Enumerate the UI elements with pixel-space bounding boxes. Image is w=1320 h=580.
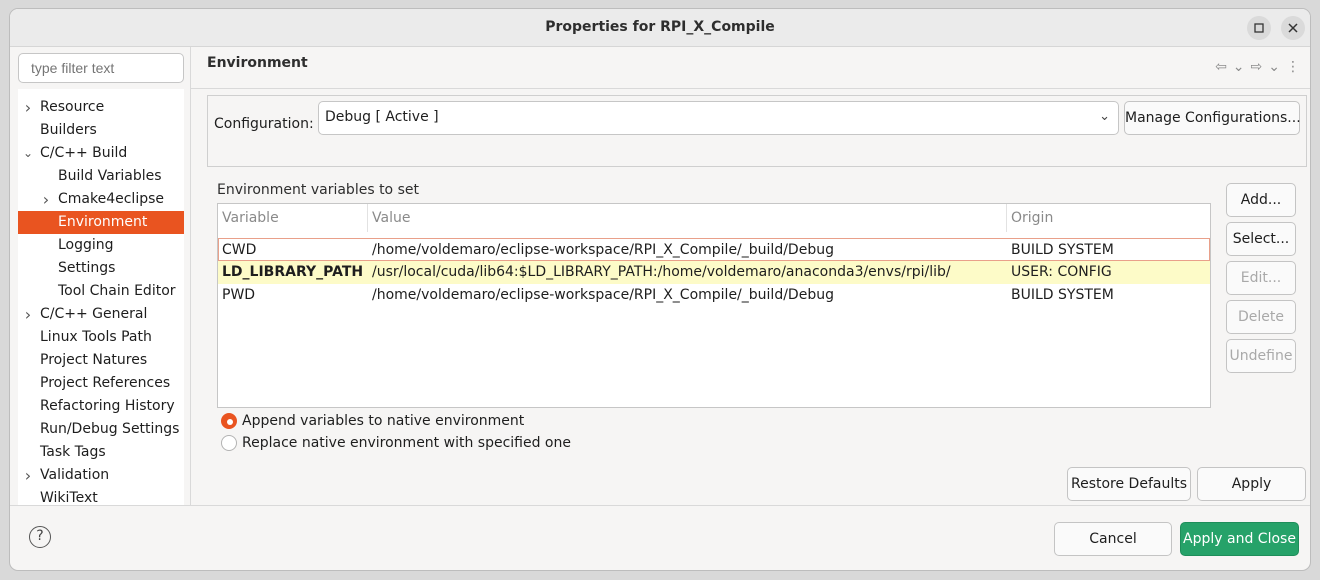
sash[interactable] [190,47,191,505]
properties-dialog: Properties for RPI_X_Compile › Resource Bu… [9,8,1311,571]
tree-item-label: WikiText [40,490,98,506]
tree-item[interactable]: WikiText [18,487,184,510]
footer-divider [10,505,1310,506]
title-bar: Properties for RPI_X_Compile [10,9,1310,47]
add-button[interactable]: Add... [1226,183,1296,217]
tree-item-label: Cmake4eclipse [58,191,165,207]
cancel-button[interactable]: Cancel [1054,522,1172,556]
tree-item[interactable]: Task Tags [18,441,184,464]
chevron-down-icon[interactable]: ⌄ [21,142,35,165]
tree-item[interactable]: Linux Tools Path [18,326,184,349]
window-title: Properties for RPI_X_Compile [545,19,775,35]
append-radio[interactable]: Append variables to native environment [221,413,524,429]
chevron-right-icon[interactable]: › [39,188,53,211]
row-value: /usr/local/cuda/lib64:$LD_LIBRARY_PATH:/… [372,264,951,280]
tree-item-label: Validation [40,467,110,483]
tree-item-label: Builders [40,122,97,138]
apply-and-close-button[interactable]: Apply and Close [1180,522,1299,556]
more-menu-icon[interactable]: ⋮ [1286,59,1300,75]
configuration-value: Debug [ Active ] [325,109,439,125]
tree-item-label: Tool Chain Editor [58,283,176,299]
tree-item-label: Build Variables [58,168,162,184]
page-header: Environment ⇦ ⌄ ⇨ ⌄ ⋮ [191,47,1310,89]
tree-item-label: Logging [58,237,114,253]
tree-item[interactable]: Project Natures [18,349,184,372]
chevron-right-icon[interactable]: › [21,464,35,487]
tree-item[interactable]: › Resource [18,96,184,119]
radio-unselected-icon [221,435,237,451]
page-title: Environment [207,55,308,71]
back-arrow-icon[interactable]: ⇦ [1215,59,1227,75]
chevron-down-icon: ⌄ [1099,109,1110,124]
maximize-button[interactable] [1247,16,1271,40]
table-row[interactable]: PWD /home/voldemaro/eclipse-workspace/RP… [218,284,1210,307]
tree-item-label: C/C++ General [40,306,148,322]
property-tree: › Resource Builders ⌄ C/C++ Build Build Varia… [18,89,184,506]
row-origin: BUILD SYSTEM [1011,242,1114,258]
tree-item[interactable]: › C/C++ General [18,303,184,326]
tree-item-label: C/C++ Build [40,145,128,161]
manage-configurations-button[interactable]: Manage Configurations... [1124,101,1301,135]
close-icon [1288,23,1298,33]
tree-item-label: Project Natures [40,352,148,368]
chevron-down-icon[interactable]: ⌄ [1268,59,1280,75]
undefine-button[interactable]: Undefine [1226,339,1296,373]
append-radio-label: Append variables to native environment [242,413,525,429]
tree-item-label: Run/Debug Settings [40,421,180,437]
tree-item-label: Settings [58,260,116,276]
chevron-right-icon[interactable]: › [21,96,35,119]
maximize-icon [1254,23,1264,33]
tree-item[interactable]: Tool Chain Editor [18,280,184,303]
column-header-value[interactable]: Value [372,210,410,226]
apply-button[interactable]: Apply [1197,467,1306,501]
environment-table: Variable Value Origin CWD /home/voldemar… [217,203,1211,408]
tree-item[interactable]: › Validation [18,464,184,487]
column-header-variable[interactable]: Variable [222,210,279,226]
tree-item[interactable]: Builders [18,119,184,142]
row-value: /home/voldemaro/eclipse-workspace/RPI_X_… [372,242,834,258]
tree-item-label: Refactoring History [40,398,175,414]
table-row[interactable]: LD_LIBRARY_PATH /usr/local/cuda/lib64:$L… [218,261,1210,284]
row-variable: PWD [222,287,256,303]
help-icon[interactable]: ? [29,526,51,548]
configuration-label: Configuration: [214,116,314,132]
env-section-label: Environment variables to set [217,182,419,198]
row-origin: USER: CONFIG [1011,264,1112,280]
filter-input[interactable] [18,53,184,83]
row-variable: LD_LIBRARY_PATH [222,264,364,280]
delete-button[interactable]: Delete [1226,300,1296,334]
tree-item[interactable]: Refactoring History [18,395,184,418]
row-variable: CWD [222,242,257,258]
restore-defaults-button[interactable]: Restore Defaults [1067,467,1191,501]
tree-item[interactable]: Project References [18,372,184,395]
replace-radio-label: Replace native environment with specifie… [242,435,571,451]
tree-item[interactable]: Build Variables [18,165,184,188]
forward-arrow-icon[interactable]: ⇨ [1251,59,1263,75]
tree-item[interactable]: ⌄ C/C++ Build [18,142,184,165]
tree-item-label: Environment [58,214,148,230]
column-header-origin[interactable]: Origin [1011,210,1053,226]
tree-item-label: Resource [40,99,105,115]
tree-item[interactable]: › Cmake4eclipse [18,188,184,211]
row-origin: BUILD SYSTEM [1011,287,1114,303]
configuration-group: Configuration: Debug [ Active ] ⌄ Manage… [207,95,1307,167]
tree-item[interactable]: Settings [18,257,184,280]
replace-radio[interactable]: Replace native environment with specifie… [221,435,571,451]
close-button[interactable] [1281,16,1305,40]
tree-item-label: Project References [40,375,171,391]
chevron-down-icon[interactable]: ⌄ [1233,59,1245,75]
tree-item[interactable]: Run/Debug Settings [18,418,184,441]
chevron-right-icon[interactable]: › [21,303,35,326]
configuration-select[interactable]: Debug [ Active ] ⌄ [318,101,1119,135]
radio-selected-icon [221,413,237,429]
row-value: /home/voldemaro/eclipse-workspace/RPI_X_… [372,287,834,303]
tree-item-label: Linux Tools Path [40,329,152,345]
table-row[interactable]: CWD /home/voldemaro/eclipse-workspace/RP… [218,238,1210,261]
select-button[interactable]: Select... [1226,222,1296,256]
tree-item-label: Task Tags [40,444,106,460]
edit-button[interactable]: Edit... [1226,261,1296,295]
tree-item[interactable]: Environment [18,211,184,234]
tree-item[interactable]: Logging [18,234,184,257]
